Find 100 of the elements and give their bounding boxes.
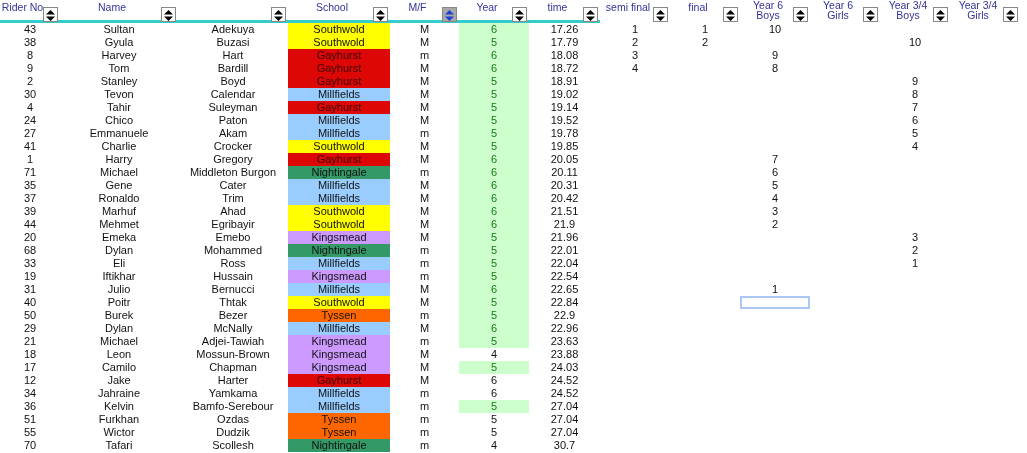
highlighted-cell: 6	[459, 192, 529, 205]
sort-button[interactable]	[933, 7, 948, 22]
table-cell-text: Bardill	[216, 62, 250, 75]
table-cell-text: Chapman	[208, 361, 258, 374]
table-cell-text: m	[418, 257, 431, 270]
school-cell: Millfields	[288, 387, 390, 400]
highlighted-cell: 5	[459, 335, 529, 348]
table-cell-text: M	[418, 36, 431, 49]
sort-button[interactable]	[43, 7, 58, 22]
table-cell-text: Bamfo-Serebour	[191, 400, 275, 413]
table-cell-text: 22.84	[549, 296, 580, 309]
sort-button[interactable]	[653, 7, 668, 22]
table-cell-text: Tom	[107, 62, 131, 75]
table-cell-text: 3	[630, 49, 640, 62]
table-cell-text: Hart	[221, 49, 245, 62]
table-cell-text: M	[418, 296, 431, 309]
school-cell: Southwold	[288, 140, 390, 153]
table-cell-text: 7	[910, 101, 920, 114]
sort-button[interactable]	[793, 7, 808, 22]
table-cell-text: 68	[22, 244, 38, 257]
table-cell-text: m	[418, 49, 431, 62]
table-cell-text: Michael	[99, 335, 139, 348]
school-cell: Tyssen	[288, 309, 390, 322]
column-header: time	[547, 0, 568, 14]
table-cell-text: 34	[22, 387, 38, 400]
table-cell-text: m	[418, 439, 431, 452]
sort-button[interactable]	[863, 7, 878, 22]
table-cell-text: M	[418, 153, 431, 166]
table-cell-text: Emeka	[100, 231, 138, 244]
sort-button[interactable]	[583, 7, 598, 22]
school-cell: Gayhurst	[288, 62, 390, 75]
highlighted-cell: 5	[459, 101, 529, 114]
table-cell-text: Calendar	[209, 88, 257, 101]
table-cell-text: Harry	[104, 153, 134, 166]
table-cell-text: 35	[22, 179, 38, 192]
table-cell-text: Scollesh	[211, 439, 255, 452]
highlighted-cell: 6	[459, 49, 529, 62]
highlighted-cell: 6	[459, 153, 529, 166]
table-cell-text: M	[418, 23, 431, 36]
table-cell-text: 4	[489, 348, 499, 361]
school-cell: Nightingale	[288, 166, 390, 179]
table-cell-text: 6	[489, 387, 499, 400]
table-cell-text: 8	[25, 49, 35, 62]
table-cell-text: Sultan	[102, 23, 136, 36]
table-cell-text: m	[418, 244, 431, 257]
column-header: semi final	[605, 0, 651, 14]
table-cell-text: 5	[910, 127, 920, 140]
school-cell: Southwold	[288, 36, 390, 49]
table-cell-text: 27.04	[549, 413, 580, 426]
column-header: M/F	[408, 0, 427, 14]
table-cell-text: 6	[489, 374, 499, 387]
school-cell: Gayhurst	[288, 101, 390, 114]
table-cell-text: 21	[22, 335, 38, 348]
school-cell: Gayhurst	[288, 75, 390, 88]
school-cell: Millfields	[288, 322, 390, 335]
table-cell-text: Dylan	[103, 322, 135, 335]
sort-button[interactable]	[373, 7, 388, 22]
table-cell-text: 27.04	[549, 426, 580, 439]
sort-button[interactable]	[161, 7, 176, 22]
table-cell-text: 22.54	[549, 270, 580, 283]
school-cell: Kingsmead	[288, 361, 390, 374]
table-cell-text: 20.11	[550, 166, 579, 179]
table-cell-text: 21.96	[549, 231, 580, 244]
highlighted-cell: 6	[459, 205, 529, 218]
sort-arrows-icon	[515, 9, 524, 21]
table-cell-text: Michael	[99, 166, 139, 179]
table-cell-text: Harvey	[100, 49, 138, 62]
sort-arrows-icon	[656, 9, 665, 21]
school-cell: Tyssen	[288, 413, 390, 426]
table-cell-text: Wictor	[102, 426, 136, 439]
table-cell-text: Poitr	[106, 296, 132, 309]
highlighted-cell: 6	[459, 218, 529, 231]
table-cell-text: Boyd	[219, 75, 247, 88]
table-cell-text: 2	[910, 244, 920, 257]
table-cell-text: Akam	[217, 127, 249, 140]
table-cell-text: 4	[630, 62, 640, 75]
table-cell-text: 44	[22, 218, 38, 231]
table-cell-text: M	[418, 322, 431, 335]
selected-cell[interactable]	[740, 296, 810, 309]
table-cell-text: 4	[489, 439, 499, 452]
sort-arrows-icon	[586, 9, 595, 21]
column-header: Year 3/4 Boys	[887, 0, 929, 20]
sort-button[interactable]	[512, 7, 527, 22]
school-cell: Millfields	[288, 400, 390, 413]
table-cell-text: Bezer	[217, 309, 249, 322]
school-cell: Southwold	[288, 23, 390, 36]
school-cell: Gayhurst	[288, 153, 390, 166]
table-cell-text: Hussain	[212, 270, 254, 283]
table-cell-text: 12	[22, 374, 38, 387]
sort-button[interactable]	[1003, 7, 1018, 22]
sort-arrows-icon	[726, 9, 735, 21]
table-cell-text: M	[418, 62, 431, 75]
table-cell-text: Ozdas	[216, 413, 250, 426]
highlighted-cell: 5	[459, 36, 529, 49]
table-cell-text: Gene	[104, 179, 134, 192]
column-header: final	[688, 0, 708, 14]
table-cell-text: 40	[22, 296, 38, 309]
table-cell-text: Burek	[103, 309, 135, 322]
sort-button[interactable]	[271, 7, 286, 22]
sort-button[interactable]	[723, 7, 738, 22]
